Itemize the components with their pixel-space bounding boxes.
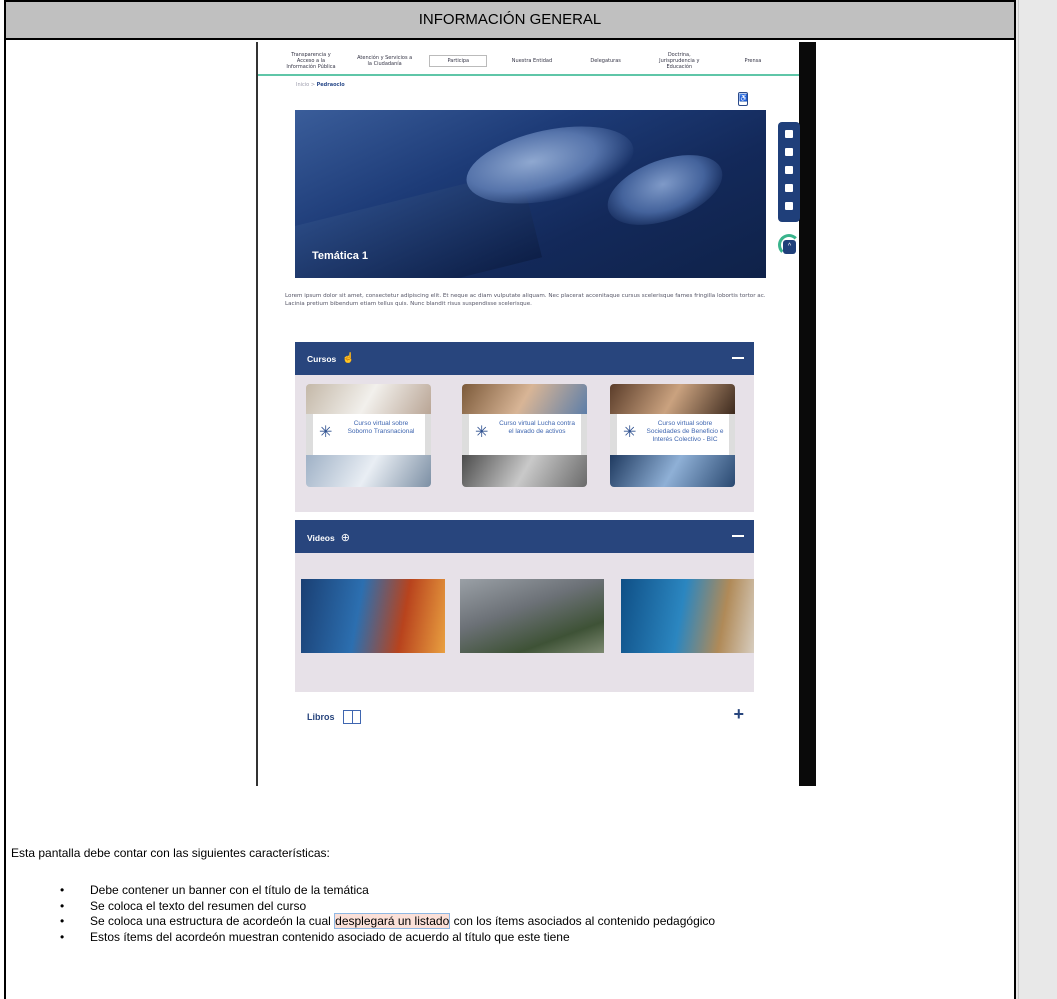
course-label-card: ✳ Curso virtual Lucha contra el lavado d…	[469, 414, 581, 456]
course-photo	[462, 455, 587, 487]
share-icon[interactable]	[785, 166, 793, 174]
accordion-header-videos[interactable]: Videos ⊕	[295, 520, 754, 553]
nav-item-atencion[interactable]: Atención y Servicios a la Ciudadanía	[356, 55, 414, 67]
nav-item-nuestra-entidad[interactable]: Nuestra Entidad	[503, 58, 561, 64]
chevron-up-icon[interactable]: ^	[783, 240, 796, 254]
list-item-text: con los ítems asociados al contenido ped…	[450, 914, 716, 928]
nav-item-participa[interactable]: Participa	[429, 55, 488, 67]
course-label-card: ✳ Curso virtual sobre Sociedades de Bene…	[617, 414, 729, 456]
share-icon[interactable]	[785, 130, 793, 138]
scroll-top-widget[interactable]: ^	[778, 234, 800, 258]
course-card[interactable]: ✳ Curso virtual Lucha contra el lavado d…	[462, 384, 587, 487]
share-icon[interactable]	[785, 148, 793, 156]
accordion-label: Cursos ☝	[307, 353, 355, 364]
list-item-text: Se coloca una estructura de acordeón la …	[90, 914, 335, 928]
course-label-card: ✳ Curso virtual sobre Soborno Transnacio…	[313, 414, 425, 456]
collapse-icon[interactable]	[732, 535, 744, 537]
pointer-click-icon: ☝	[342, 353, 355, 364]
list-item: Debe contener un banner con el título de…	[60, 883, 715, 899]
course-photo	[462, 384, 587, 414]
mockup-left-border	[256, 42, 258, 786]
course-photo	[306, 455, 431, 487]
book-icon	[342, 710, 361, 724]
course-card[interactable]: ✳ Curso virtual sobre Soborno Transnacio…	[306, 384, 431, 487]
nav-item-delegaturas[interactable]: Delegaturas	[577, 58, 635, 64]
course-card[interactable]: ✳ Curso virtual sobre Sociedades de Bene…	[610, 384, 735, 487]
list-item: Se coloca una estructura de acordeón la …	[60, 913, 716, 930]
course-summary: Lorem ipsum dolor sit amet, consectetur …	[285, 293, 766, 307]
accordion-title: Libros	[307, 712, 335, 722]
feature-list: Debe contener un banner con el título de…	[60, 883, 715, 945]
mockup-nav-bar: Transparencia y Acceso a la Información …	[282, 48, 782, 74]
globe-icon: ⊕	[340, 532, 350, 544]
nav-item-prensa[interactable]: Prensa	[724, 58, 782, 64]
banner: Temática 1	[295, 110, 766, 278]
list-item: Estos ítems del acordeón muestran conten…	[60, 930, 715, 946]
section-header: INFORMACIÓN GENERAL	[4, 0, 1016, 40]
breadcrumb: Inicio > Pedraoclo	[296, 82, 345, 88]
breadcrumb-home[interactable]: Inicio	[296, 82, 309, 88]
intro-text: Esta pantalla debe contar con las siguie…	[11, 846, 330, 860]
accessibility-icon[interactable]: ♿	[738, 92, 748, 106]
video-thumbnail[interactable]	[301, 579, 445, 653]
course-title: Curso virtual sobre Sociedades de Benefi…	[646, 420, 724, 443]
highlighted-text[interactable]: desplegará un listado	[334, 913, 451, 929]
nav-item-doctrina[interactable]: Doctrina, Jurisprudencia y Educación	[650, 52, 708, 70]
course-title: Curso virtual sobre Soborno Transnaciona…	[347, 420, 415, 435]
accordion-header-libros[interactable]: Libros +	[295, 694, 754, 738]
social-share-bar	[778, 122, 800, 222]
nav-underline	[258, 74, 799, 76]
breadcrumb-current: Pedraoclo	[316, 82, 345, 88]
accordion-label: Libros	[307, 710, 361, 724]
video-thumbnail[interactable]	[460, 579, 604, 653]
document-page: INFORMACIÓN GENERAL Transparencia y Acce…	[0, 0, 1057, 999]
accordion-title: Cursos	[307, 353, 337, 364]
course-title: Curso virtual Lucha contra el lavado de …	[499, 420, 575, 435]
nav-item-transparencia[interactable]: Transparencia y Acceso a la Información …	[282, 52, 340, 70]
collapse-icon[interactable]	[732, 357, 744, 359]
banner-title: Temática 1	[312, 250, 369, 262]
share-icon[interactable]	[785, 202, 793, 210]
accordion-title: Videos	[307, 532, 335, 543]
comment-margin-pane	[1016, 0, 1057, 999]
section-title: INFORMACIÓN GENERAL	[418, 11, 602, 28]
accordion-header-cursos[interactable]: Cursos ☝	[295, 342, 754, 375]
list-item: Se coloca el texto del resumen del curso	[60, 899, 715, 915]
pointer-click-icon: ✳	[475, 424, 489, 441]
pointer-click-icon: ✳	[319, 424, 333, 441]
share-icon[interactable]	[785, 184, 793, 192]
course-photo	[306, 384, 431, 414]
video-thumbnail[interactable]	[621, 579, 754, 653]
comment-margin-divider	[1018, 0, 1019, 999]
accordion-label: Videos ⊕	[307, 531, 350, 544]
mockup-right-border	[799, 42, 816, 786]
pointer-click-icon: ✳	[623, 424, 637, 441]
course-photo	[610, 384, 735, 414]
expand-icon[interactable]: +	[733, 704, 744, 725]
course-photo	[610, 455, 735, 487]
